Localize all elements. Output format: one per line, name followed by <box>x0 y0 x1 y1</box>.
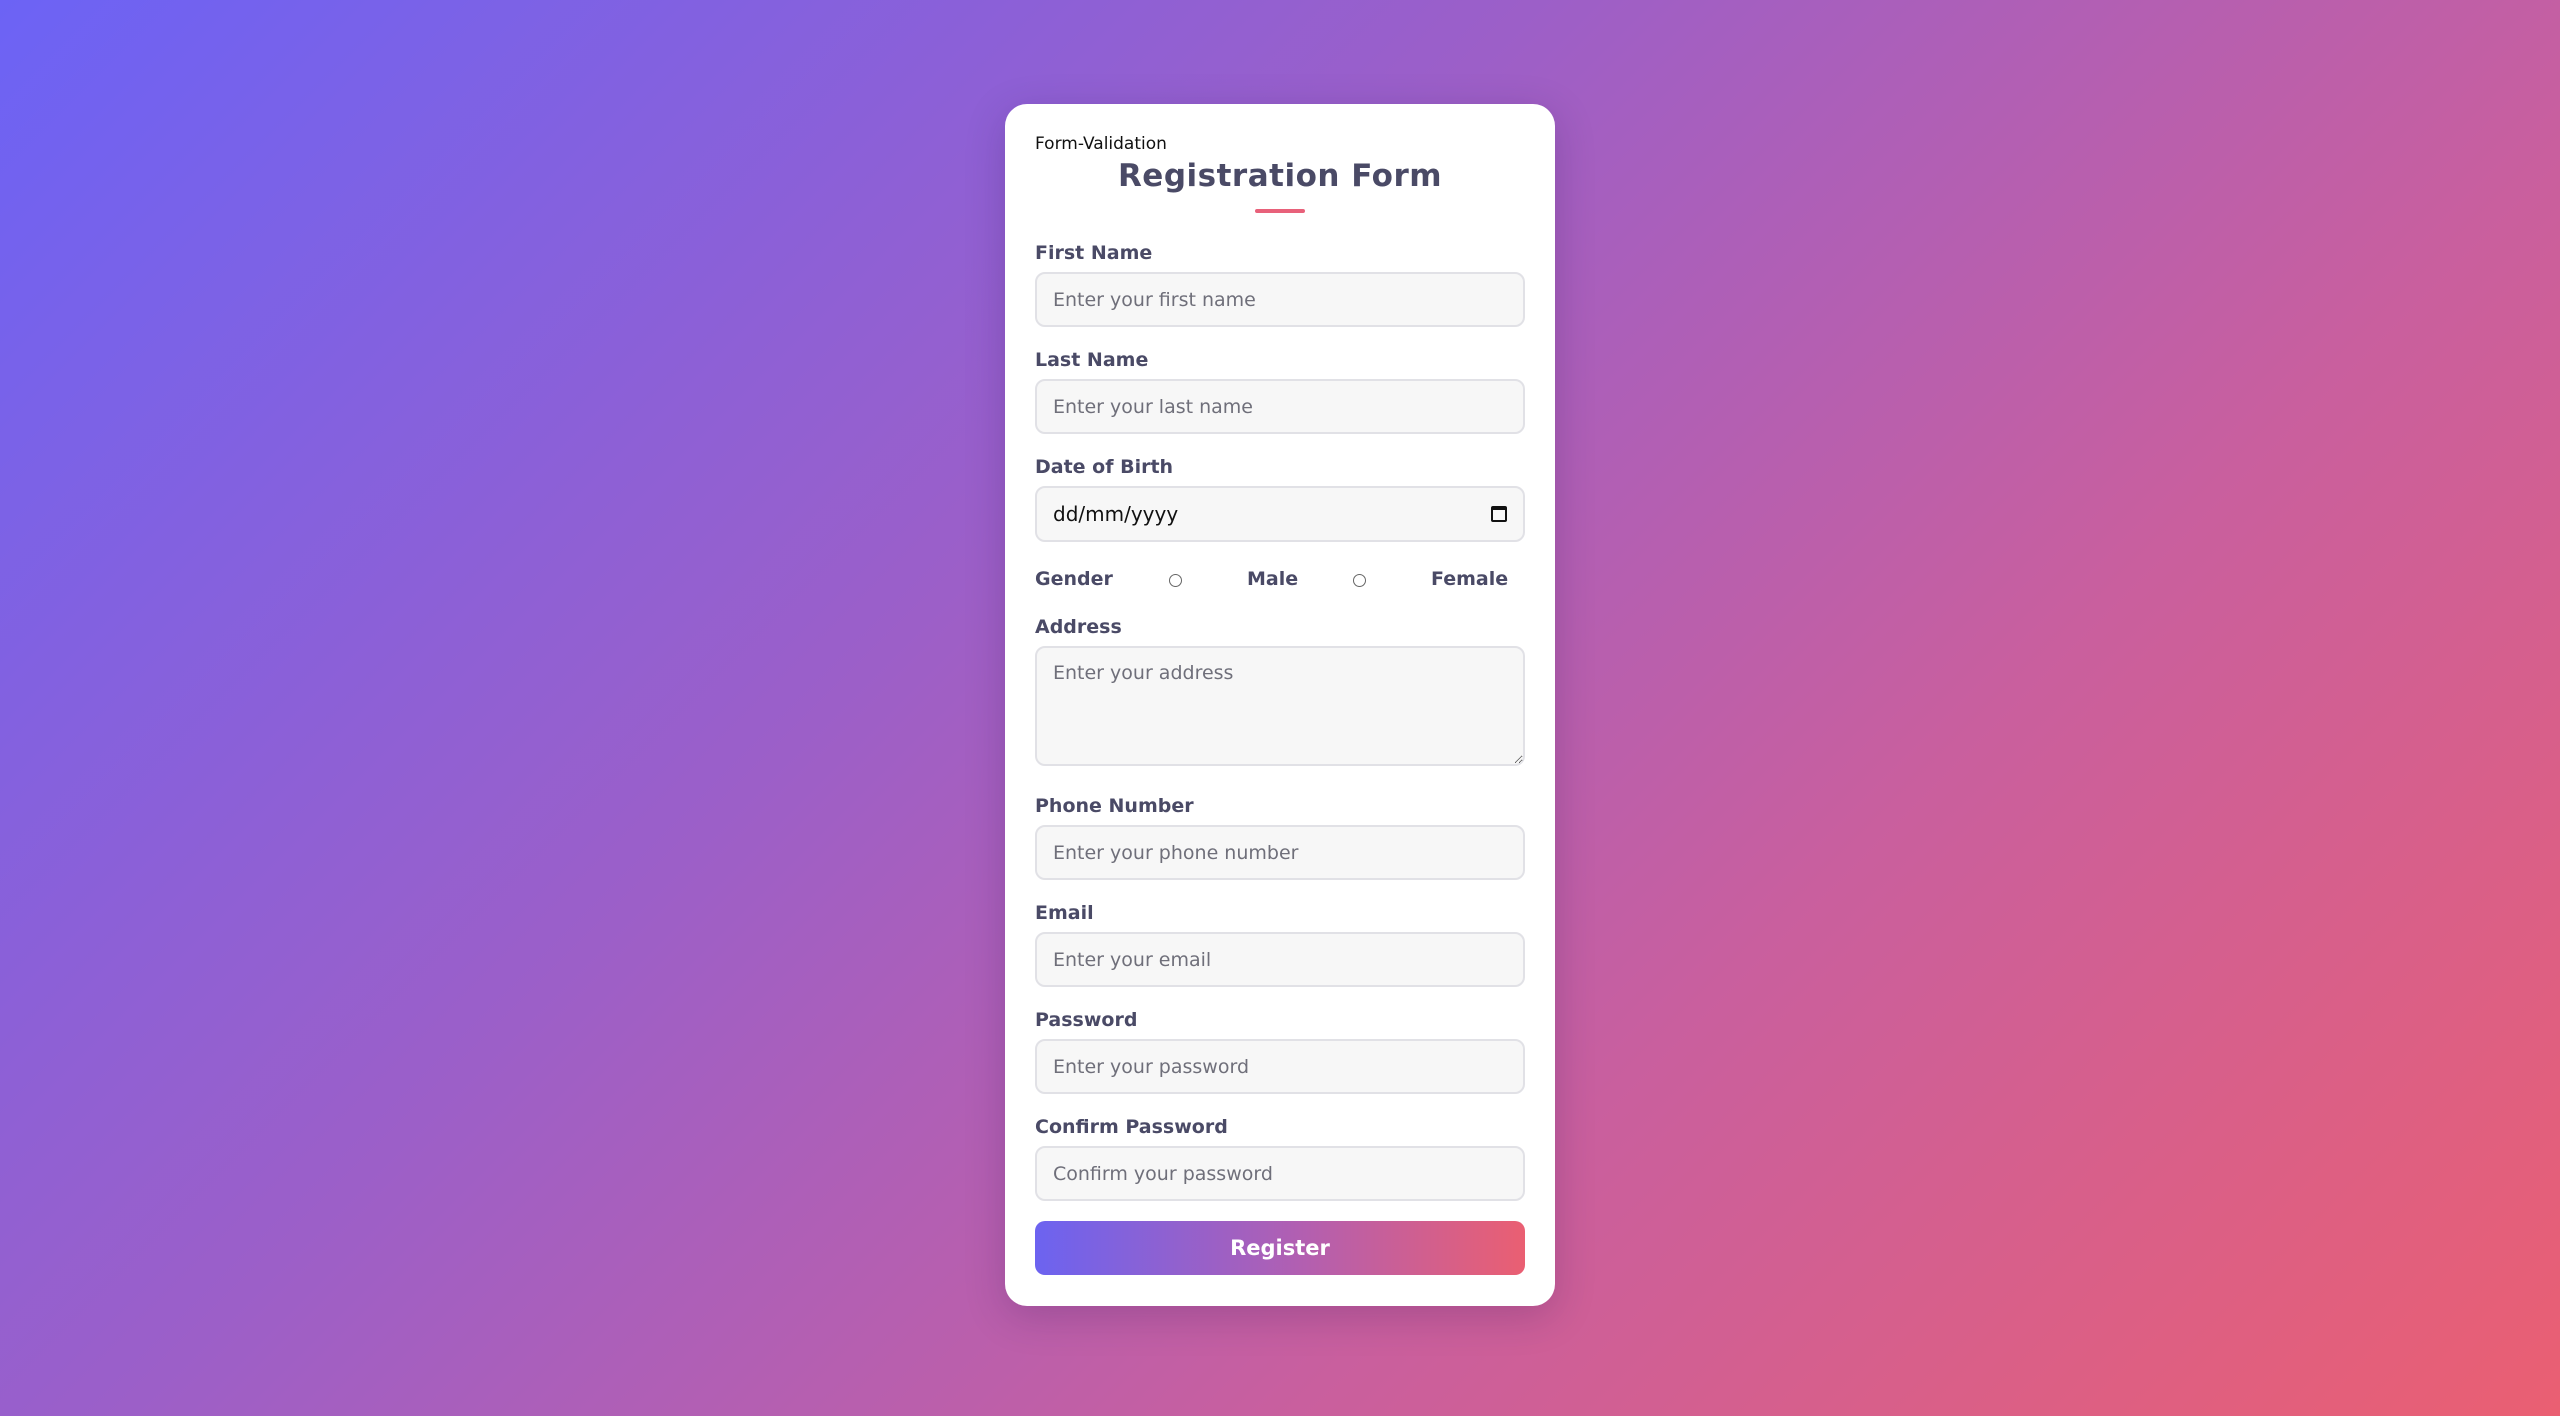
register-button[interactable]: Register <box>1035 1221 1525 1275</box>
email-input[interactable] <box>1035 932 1525 987</box>
gender-female-label[interactable]: Female <box>1431 568 1508 590</box>
gender-female-radio[interactable] <box>1353 574 1366 587</box>
dob-value: dd/mm/yyyy <box>1053 502 1179 526</box>
gender-male-radio[interactable] <box>1169 574 1182 587</box>
phone-input[interactable] <box>1035 825 1525 880</box>
address-label: Address <box>1035 616 1122 638</box>
calendar-icon[interactable] <box>1491 506 1507 522</box>
password-input[interactable] <box>1035 1039 1525 1094</box>
address-textarea[interactable] <box>1035 646 1525 766</box>
phone-label: Phone Number <box>1035 795 1194 817</box>
last-name-label: Last Name <box>1035 349 1149 371</box>
registration-card: Form-Validation Registration Form First … <box>1005 104 1555 1306</box>
email-label: Email <box>1035 902 1094 924</box>
last-name-input[interactable] <box>1035 379 1525 434</box>
dob-label: Date of Birth <box>1035 456 1174 478</box>
gender-male-label[interactable]: Male <box>1247 568 1298 590</box>
form-title: Registration Form <box>1117 158 1443 194</box>
app-title: Form-Validation <box>1035 134 1167 154</box>
gender-label: Gender <box>1035 568 1113 590</box>
title-underline <box>1255 209 1305 213</box>
confirm-password-label: Confirm Password <box>1035 1116 1228 1138</box>
confirm-password-input[interactable] <box>1035 1146 1525 1201</box>
first-name-input[interactable] <box>1035 272 1525 327</box>
gender-group: Gender Male Female <box>1035 564 1525 594</box>
first-name-label: First Name <box>1035 242 1153 264</box>
password-label: Password <box>1035 1009 1138 1031</box>
dob-input[interactable]: dd/mm/yyyy <box>1035 486 1525 542</box>
